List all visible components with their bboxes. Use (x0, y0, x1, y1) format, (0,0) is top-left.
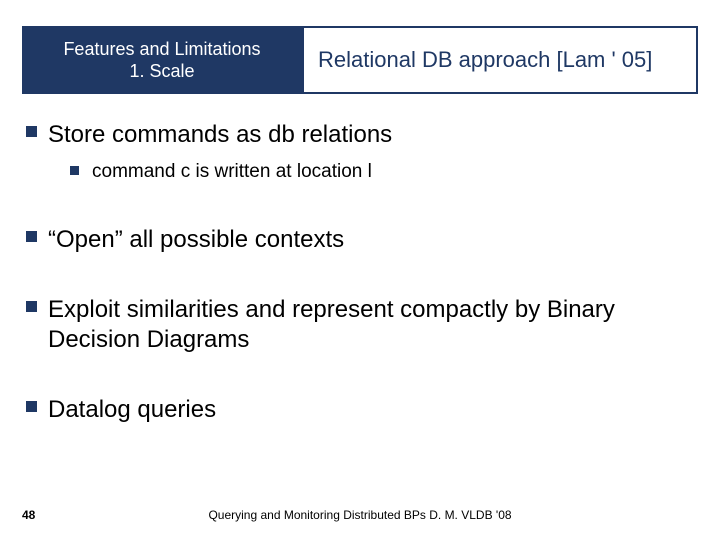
header-left-line1: Features and Limitations (63, 38, 260, 61)
sub-bullet-list: command c is written at location l (48, 160, 698, 185)
footer-text: Querying and Monitoring Distributed BPs … (0, 508, 720, 522)
bullet-text: “Open” all possible contexts (48, 226, 344, 253)
bullet-list: Store commands as db relations command c… (22, 120, 698, 425)
bullet-text: Exploit similarities and represent compa… (48, 296, 615, 353)
bullet-item: “Open” all possible contexts (22, 225, 698, 255)
slide-header: Features and Limitations 1. Scale Relati… (22, 26, 698, 94)
slide: Features and Limitations 1. Scale Relati… (0, 0, 720, 540)
bullet-text: Store commands as db relations (48, 121, 392, 148)
header-left-line2: 1. Scale (129, 60, 194, 83)
slide-body: Store commands as db relations command c… (22, 120, 698, 465)
header-right-box: Relational DB approach [Lam ' 05] (302, 26, 698, 94)
header-left-box: Features and Limitations 1. Scale (22, 26, 302, 94)
sub-bullet-item: command c is written at location l (48, 160, 698, 185)
bullet-item: Datalog queries (22, 395, 698, 425)
bullet-item: Exploit similarities and represent compa… (22, 295, 698, 355)
slide-title: Relational DB approach [Lam ' 05] (318, 47, 652, 73)
bullet-item: Store commands as db relations command c… (22, 120, 698, 185)
bullet-text: Datalog queries (48, 396, 216, 423)
